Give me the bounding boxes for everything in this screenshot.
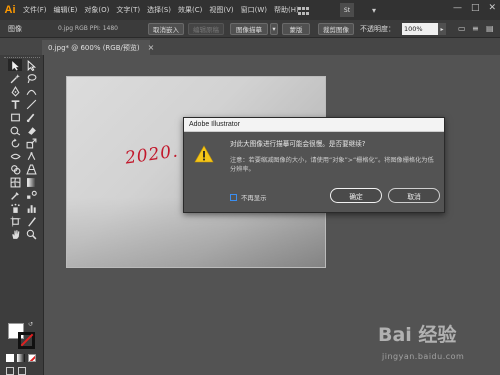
curvature-tool-icon[interactable] [24, 85, 38, 97]
menu-view[interactable]: 视图(V) [209, 5, 233, 15]
control-bar: 图像 0.jpg RGB PPI: 1480 取消嵌入 编辑原稿 图像描摹 ▾ … [0, 20, 500, 38]
width-tool-icon[interactable] [8, 150, 22, 162]
stroke-swatch[interactable] [18, 332, 35, 349]
style-icon[interactable]: ▭ [458, 24, 466, 33]
menu-select[interactable]: 选择(S) [147, 5, 171, 15]
baidu-jingyan-watermark: Bai 经验 jingyan.baidu.com [378, 314, 496, 366]
maximize-button[interactable]: □ [471, 3, 480, 13]
dont-show-again-label: 不再显示 [241, 194, 267, 202]
control-menu-icon[interactable]: ▤ [486, 24, 494, 33]
dont-show-again[interactable]: 不再显示 [230, 193, 267, 202]
column-graph-tool-icon[interactable] [24, 202, 38, 214]
eraser-tool-icon[interactable] [24, 124, 38, 136]
app-logo: Ai [4, 4, 16, 16]
menu-bar: Ai 文件(F) 编辑(E) 对象(O) 文字(T) 选择(S) 效果(C) 视… [0, 0, 500, 20]
symbol-sprayer-tool-icon[interactable] [8, 202, 22, 214]
watermark-url: jingyan.baidu.com [382, 352, 465, 361]
shape-builder-tool-icon[interactable] [8, 163, 22, 175]
shaper-tool-icon[interactable] [8, 124, 22, 136]
lasso-tool-icon[interactable] [24, 72, 38, 84]
file-info: 0.jpg RGB PPI: 1480 [58, 25, 118, 32]
perspective-grid-tool-icon[interactable] [24, 163, 38, 175]
close-tab-icon[interactable]: × [148, 43, 155, 52]
color-mode-buttons [6, 354, 36, 362]
tab-bar: 0.jpg* @ 600% (RGB/预览) × [0, 38, 500, 55]
object-type-label: 图像 [8, 24, 22, 33]
edit-original-button[interactable]: 编辑原稿 [188, 23, 224, 35]
eyedropper-tool-icon[interactable] [8, 189, 22, 201]
close-button[interactable]: ✕ [488, 3, 496, 13]
cancel-button[interactable]: 取消 [388, 188, 440, 203]
none-mode-icon[interactable] [28, 354, 36, 362]
fill-stroke-widget: ↺ [8, 321, 38, 351]
workspace-switcher-icon[interactable]: ▾ [364, 3, 384, 17]
gradient-mode-icon[interactable] [17, 354, 25, 362]
image-trace-dropdown[interactable]: ▾ [270, 23, 278, 35]
dialog-titlebar[interactable]: Adobe Illustrator [184, 118, 444, 132]
puppet-warp-tool-icon[interactable] [24, 150, 38, 162]
watermark-logo: Bai 经验 [378, 324, 457, 346]
rotate-tool-icon[interactable] [8, 137, 22, 149]
trace-warning-dialog: Adobe Illustrator 对此大图像进行描摹可能会很慢。是否要继续? … [183, 117, 445, 213]
selection-tool-icon[interactable] [8, 59, 22, 71]
crop-image-button[interactable]: 裁剪图像 [318, 23, 354, 35]
magic-wand-tool-icon[interactable] [8, 72, 22, 84]
unembed-button[interactable]: 取消嵌入 [148, 23, 184, 35]
window-controls: — □ ✕ [453, 3, 496, 13]
warning-icon [194, 145, 214, 163]
ok-button[interactable]: 确定 [330, 188, 382, 203]
direct-selection-tool-icon[interactable] [24, 59, 38, 71]
dialog-question: 对此大图像进行描摹可能会很慢。是否要继续? [230, 140, 366, 148]
rectangle-tool-icon[interactable] [8, 111, 22, 123]
illustrator-window: Ai 文件(F) 编辑(E) 对象(O) 文字(T) 选择(S) 效果(C) 视… [0, 0, 500, 375]
mesh-tool-icon[interactable] [8, 176, 22, 188]
menu-edit[interactable]: 编辑(E) [54, 5, 78, 15]
paintbrush-tool-icon[interactable] [24, 111, 38, 123]
menu-file[interactable]: 文件(F) [23, 5, 47, 15]
type-tool-icon[interactable] [8, 98, 22, 110]
dialog-note: 注意：若要缩减图像的大小，请使用“对象”>“栅格化”。将图像栅格化为低分辨率。 [230, 157, 434, 173]
draw-behind-icon[interactable] [18, 367, 26, 375]
document-tab-label: 0.jpg* @ 600% (RGB/预览) [48, 43, 140, 52]
color-mode-icon[interactable] [6, 354, 14, 362]
menu-object[interactable]: 对象(O) [84, 5, 109, 15]
image-trace-button[interactable]: 图像描摹 [230, 23, 268, 35]
slice-tool-icon[interactable] [24, 215, 38, 227]
swap-fill-stroke-icon[interactable]: ↺ [28, 321, 33, 328]
document-tab[interactable]: 0.jpg* @ 600% (RGB/预览) × [42, 40, 154, 55]
dialog-title: Adobe Illustrator [189, 121, 240, 128]
scale-tool-icon[interactable] [24, 137, 38, 149]
menu-window[interactable]: 窗口(W) [241, 5, 267, 15]
artboard-tool-icon[interactable] [8, 215, 22, 227]
pen-tool-icon[interactable] [8, 85, 22, 97]
menu-type[interactable]: 文字(T) [116, 5, 140, 15]
blend-tool-icon[interactable] [24, 189, 38, 201]
opacity-input[interactable]: 100% [402, 23, 438, 35]
drawing-mode-buttons [6, 367, 26, 375]
gradient-tool-icon[interactable] [24, 176, 38, 188]
dont-show-again-checkbox[interactable] [230, 194, 237, 201]
opacity-label: 不透明度： [360, 25, 395, 33]
tools-panel: ↺ [0, 55, 44, 375]
opacity-dropdown-icon[interactable]: ▸ [438, 23, 446, 35]
menu-effect[interactable]: 效果(C) [178, 5, 202, 15]
line-segment-tool-icon[interactable] [24, 98, 38, 110]
handwritten-text: 2020. [123, 141, 180, 169]
align-icon[interactable]: ≡ [472, 24, 479, 33]
stock-button[interactable]: St [340, 3, 354, 17]
mask-button[interactable]: 蒙版 [282, 23, 310, 35]
minimize-button[interactable]: — [453, 3, 462, 13]
arrange-documents-icon[interactable] [296, 3, 310, 17]
hand-tool-icon[interactable] [8, 228, 22, 240]
zoom-tool-icon[interactable] [24, 228, 38, 240]
draw-normal-icon[interactable] [6, 367, 14, 375]
